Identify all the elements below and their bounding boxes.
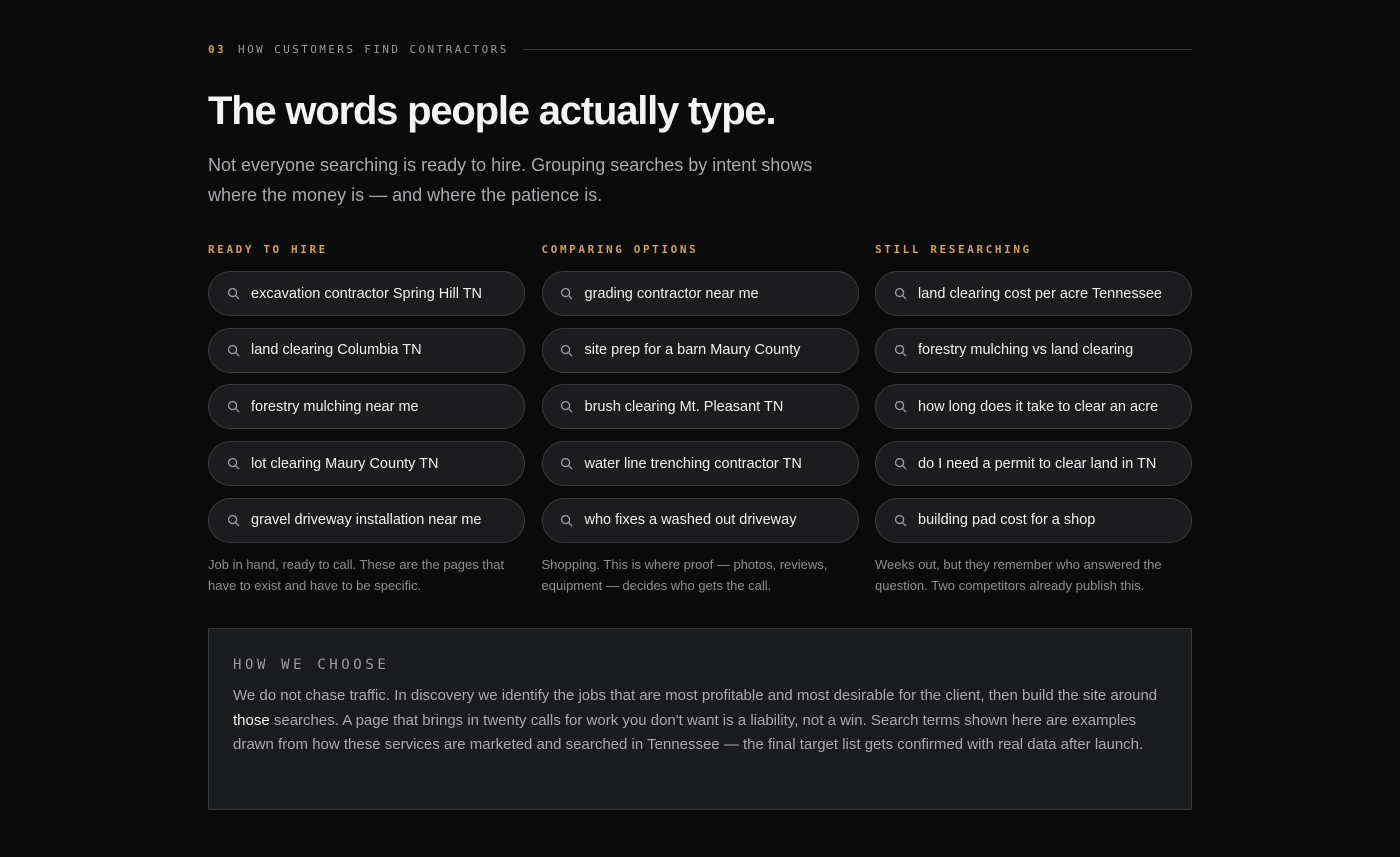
column-title: READY TO HIRE	[208, 243, 328, 256]
intent-column-ready-to-hire: READY TO HIRE excavation contractor Sprin…	[208, 242, 525, 596]
column-title: COMPARING OPTIONS	[541, 243, 699, 256]
search-icon	[560, 513, 574, 527]
search-icon	[893, 343, 907, 357]
search-query-pill[interactable]: land clearing cost per acre Tennessee	[875, 271, 1192, 316]
search-query-pill[interactable]: excavation contractor Spring Hill TN	[208, 271, 525, 316]
search-query-text: water line trenching contractor TN	[584, 455, 802, 472]
card-body-emphasis: those	[233, 711, 270, 729]
search-icon	[560, 343, 574, 357]
search-icon	[893, 457, 907, 471]
search-query-text: gravel driveway installation near me	[251, 512, 482, 529]
search-query-text: land clearing Columbia TN	[251, 342, 422, 359]
search-query-pill[interactable]: lot clearing Maury County TN	[208, 441, 525, 487]
card-title: HOW WE CHOOSE	[233, 657, 390, 673]
section-eyebrow: 03 HOW CUSTOMERS FIND CONTRACTORS	[208, 42, 1192, 56]
search-query-text: forestry mulching vs land clearing	[918, 342, 1134, 359]
search-icon	[560, 287, 574, 301]
search-query-pill[interactable]: brush clearing Mt. Pleasant TN	[541, 384, 859, 430]
search-query-pill[interactable]: building pad cost for a shop	[875, 497, 1192, 543]
search-icon	[893, 513, 907, 527]
column-title: STILL RESEARCHING	[875, 243, 1032, 256]
search-query-text: brush clearing Mt. Pleasant TN	[584, 398, 784, 415]
search-icon	[226, 513, 240, 527]
card-body-text-end: searches. A page that brings in twenty c…	[233, 711, 1144, 754]
search-query-text: forestry mulching near me	[251, 398, 419, 415]
eyebrow-divider	[522, 48, 1192, 50]
search-query-pill[interactable]: gravel driveway installation near me	[208, 497, 525, 543]
page-lede: Not everyone searching is ready to hire.…	[208, 155, 813, 205]
how-we-choose-card: HOW WE CHOOSE We do not chase traffic. I…	[208, 628, 1192, 810]
search-icon	[893, 400, 907, 414]
column-note: Shopping. This is where proof — photos, …	[541, 557, 828, 594]
search-query-text: land clearing cost per acre Tennessee	[918, 285, 1162, 302]
card-body-text-start: We do not chase traffic. In discovery we…	[233, 687, 1158, 704]
column-note: Weeks out, but they remember who answere…	[875, 557, 1162, 594]
search-query-text: excavation contractor Spring Hill TN	[251, 285, 483, 302]
search-query-text: who fixes a washed out driveway	[584, 512, 797, 529]
search-icon	[226, 400, 240, 414]
search-icon	[226, 287, 240, 301]
search-query-text: building pad cost for a shop	[918, 512, 1096, 529]
column-note: Job in hand, ready to call. These are th…	[208, 557, 505, 594]
search-icon	[893, 287, 907, 301]
search-query-pill[interactable]: land clearing Columbia TN	[208, 327, 525, 373]
search-query-text: site prep for a barn Maury County	[584, 342, 801, 359]
search-query-pill[interactable]: forestry mulching vs land clearing	[875, 327, 1192, 373]
page-title: The words people actually type.	[208, 89, 777, 133]
search-query-pill[interactable]: grading contractor near me	[541, 271, 859, 316]
search-icon	[226, 343, 240, 357]
search-query-pill[interactable]: do I need a permit to clear land in TN	[875, 441, 1192, 487]
search-query-pill[interactable]: how long does it take to clear an acre	[875, 384, 1192, 430]
search-query-pill[interactable]: site prep for a barn Maury County	[541, 327, 859, 373]
card-body: We do not chase traffic. In discovery we…	[233, 684, 1167, 758]
section-eyebrow-label: HOW CUSTOMERS FIND CONTRACTORS	[238, 42, 509, 56]
intent-column-still-researching: STILL RESEARCHING land clearing cost per …	[875, 242, 1192, 596]
search-query-pill[interactable]: water line trenching contractor TN	[541, 441, 859, 487]
section-number: 03	[208, 42, 227, 56]
intent-column-comparing-options: COMPARING OPTIONS grading contractor near…	[541, 242, 859, 596]
intent-columns: READY TO HIRE excavation contractor Sprin…	[208, 242, 1192, 596]
search-query-text: lot clearing Maury County TN	[251, 455, 439, 472]
search-query-pill[interactable]: forestry mulching near me	[208, 384, 525, 430]
search-icon	[560, 457, 574, 471]
search-query-text: do I need a permit to clear land in TN	[918, 455, 1157, 472]
search-icon	[226, 457, 240, 471]
search-query-text: how long does it take to clear an acre	[918, 398, 1159, 415]
search-icon	[560, 400, 574, 414]
search-query-text: grading contractor near me	[584, 285, 759, 302]
search-query-pill[interactable]: who fixes a washed out driveway	[541, 497, 859, 543]
